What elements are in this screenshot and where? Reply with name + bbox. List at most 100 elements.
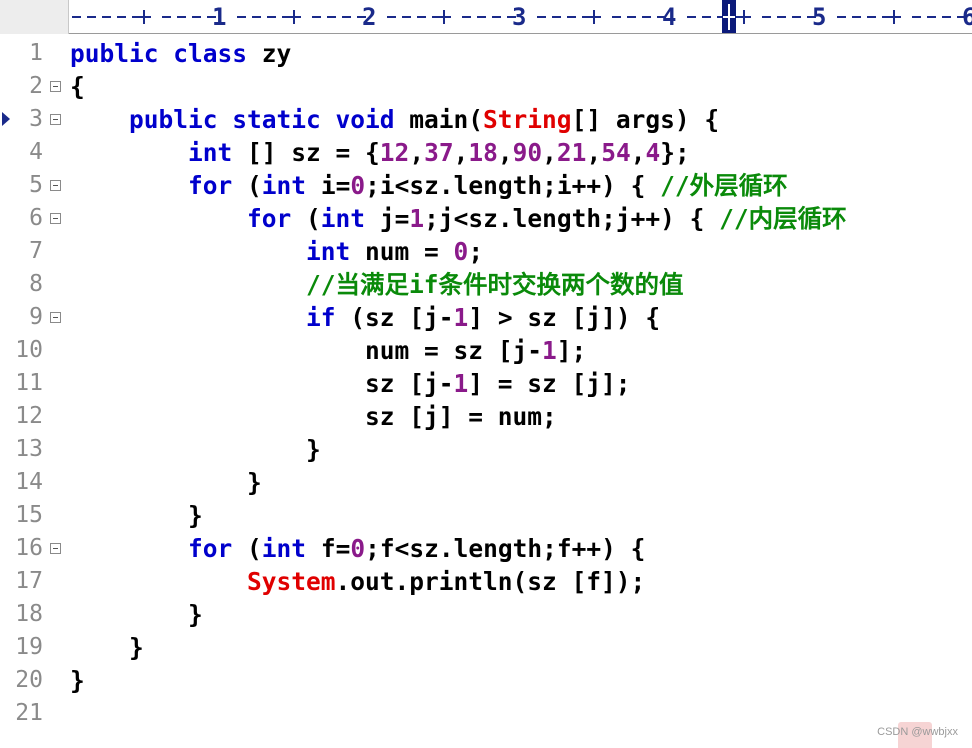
code-token: , — [630, 138, 646, 167]
gutter-line: 14 — [0, 466, 69, 499]
fold-collapse-icon[interactable] — [50, 180, 61, 191]
code-token: i= — [306, 171, 351, 200]
code-line[interactable]: for (int j=1;j<sz.length;j++) { //内层循环 — [70, 202, 847, 235]
code-token: num = sz [j- — [70, 336, 543, 365]
code-token: sz [j] = num; — [70, 402, 557, 431]
gutter-line: 19 — [0, 631, 69, 664]
fold-collapse-icon[interactable] — [50, 213, 61, 224]
code-line[interactable]: for (int i=0;i<sz.length;i++) { //外层循环 — [70, 169, 788, 202]
ruler-tick — [237, 16, 246, 18]
code-token: int — [306, 237, 351, 266]
line-number: 1 — [29, 40, 43, 66]
watermark-text: CSDN @wwbjxx — [877, 726, 958, 738]
gutter-line: 8 — [0, 268, 69, 301]
ruler-tick-major-v — [743, 10, 745, 24]
line-number: 15 — [15, 502, 43, 528]
ruler-tick — [552, 16, 561, 18]
code-token: ]; — [556, 336, 587, 365]
code-line[interactable]: if (sz [j-1] > sz [j]) { — [70, 301, 660, 334]
code-line[interactable]: } — [70, 598, 203, 631]
code-line[interactable]: sz [j-1] = sz [j]; — [70, 367, 631, 400]
ruler-tick — [312, 16, 321, 18]
ruler-tick — [927, 16, 936, 18]
ruler-tick — [192, 16, 201, 18]
column-ruler: 1 2 3 4 5 6 — [0, 0, 972, 34]
gutter-line: 11 — [0, 367, 69, 400]
ruler-tick — [567, 16, 576, 18]
ruler-tick-major-v — [443, 10, 445, 24]
code-area[interactable]: public class zy{ public static void main… — [69, 34, 972, 748]
code-token: 12 — [379, 138, 410, 167]
fold-collapse-icon[interactable] — [50, 543, 61, 554]
code-token: , — [409, 138, 425, 167]
code-token: ;f<sz.length;f++) { — [365, 534, 646, 563]
code-token: int — [261, 534, 307, 563]
code-line[interactable]: } — [70, 433, 321, 466]
code-token: main( — [409, 105, 484, 134]
ruler-tick — [867, 16, 876, 18]
code-line[interactable]: public class zy — [70, 37, 291, 70]
code-line[interactable]: int num = 0; — [70, 235, 483, 268]
ruler-tick — [852, 16, 861, 18]
code-token: 1 — [453, 369, 469, 398]
ruler-caret-marker[interactable] — [722, 0, 736, 34]
code-token: ( — [232, 534, 262, 563]
code-token: 18 — [468, 138, 498, 167]
ruler-tick — [342, 16, 351, 18]
line-number: 4 — [29, 139, 43, 165]
code-line[interactable]: for (int f=0;f<sz.length;f++) { — [70, 532, 645, 565]
code-token: f= — [306, 534, 351, 563]
ruler-tick — [327, 16, 336, 18]
gutter-line: 7 — [0, 235, 69, 268]
ruler-gutter-area — [0, 0, 69, 34]
code-line[interactable]: public static void main(String[] args) { — [70, 103, 719, 136]
line-number: 11 — [15, 370, 43, 396]
code-line[interactable]: num = sz [j-1]; — [70, 334, 586, 367]
code-token: { — [70, 72, 85, 101]
code-line[interactable]: System.out.println(sz [f]); — [70, 565, 645, 598]
code-line[interactable]: } — [70, 631, 144, 664]
code-line[interactable]: } — [70, 664, 85, 697]
code-token: 0 — [453, 237, 469, 266]
fold-collapse-icon[interactable] — [50, 312, 61, 323]
ruler-tick — [477, 16, 486, 18]
ruler-tick — [162, 16, 171, 18]
code-token: 21 — [556, 138, 587, 167]
line-number: 16 — [15, 535, 43, 561]
code-token: ( — [291, 204, 321, 233]
line-number: 14 — [15, 469, 43, 495]
code-token: , — [542, 138, 557, 167]
code-line[interactable]: } — [70, 499, 203, 532]
fold-collapse-icon[interactable] — [50, 114, 61, 125]
code-line[interactable]: { — [70, 70, 85, 103]
code-token: ] > sz [j]) { — [468, 303, 661, 332]
ruler-tick — [837, 16, 846, 18]
ruler-tick — [912, 16, 921, 18]
code-token: int — [261, 171, 307, 200]
code-token: , — [453, 138, 469, 167]
code-token: 90 — [512, 138, 543, 167]
code-token: ; — [468, 237, 484, 266]
line-number: 10 — [15, 337, 43, 363]
code-editor[interactable]: 1 2 3 4 5 6 7 8 9 10 11 12 13 14 15 16 17 18 19 20 21 public… — [0, 34, 972, 748]
code-token: 0 — [350, 534, 366, 563]
code-token: 54 — [601, 138, 631, 167]
code-token: 0 — [350, 171, 366, 200]
code-line[interactable]: int [] sz = {12,37,18,90,21,54,4}; — [70, 136, 690, 169]
ruler-tick — [537, 16, 546, 18]
line-number: 7 — [29, 238, 43, 264]
code-line[interactable]: //当满足if条件时交换两个数的值 — [70, 268, 684, 301]
ruler-label: 2 — [362, 3, 377, 31]
ruler-tick — [792, 16, 801, 18]
code-token: [] args) { — [571, 105, 720, 134]
ruler-tick — [177, 16, 186, 18]
code-line[interactable]: sz [j] = num; — [70, 400, 557, 433]
ruler-tick — [612, 16, 621, 18]
code-token: ( — [232, 171, 262, 200]
code-line[interactable]: } — [70, 466, 262, 499]
ruler-tick — [777, 16, 786, 18]
fold-collapse-icon[interactable] — [50, 81, 61, 92]
code-token: zy — [261, 39, 292, 68]
